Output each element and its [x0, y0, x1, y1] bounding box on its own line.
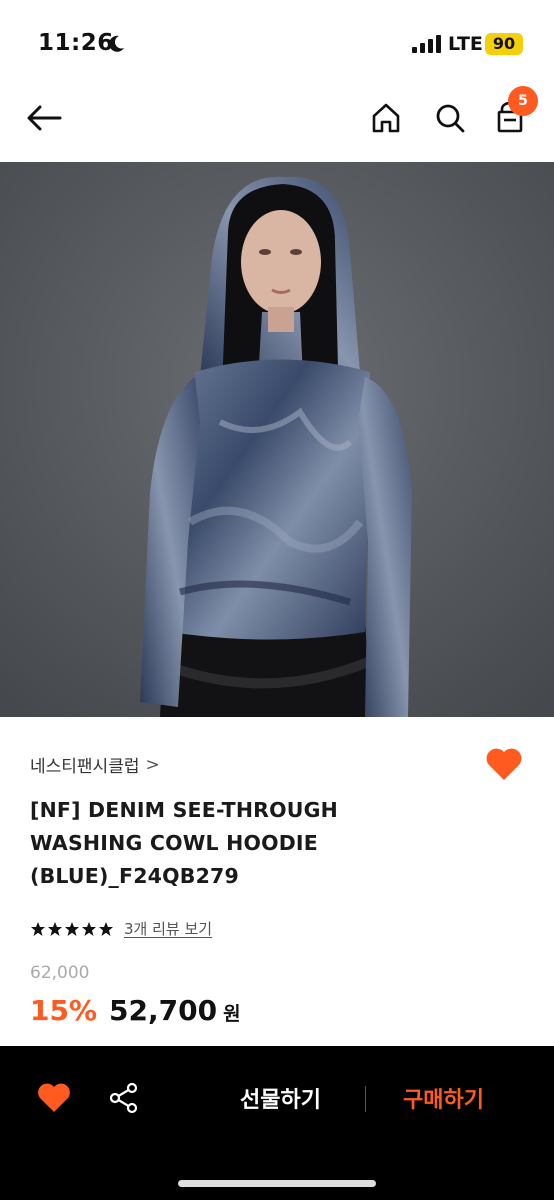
search-icon: [436, 104, 465, 133]
divider: [365, 1086, 366, 1112]
star-icon: [82, 921, 96, 936]
product-title: [NF] DENIM SEE-THROUGH WASHING COWL HOOD…: [30, 798, 339, 888]
review-link[interactable]: 3개 리뷰 보기: [124, 918, 212, 939]
home-icon: [372, 103, 400, 133]
home-button[interactable]: [366, 98, 406, 138]
bottom-action-bar: 선물하기 구매하기: [0, 1046, 554, 1200]
sale-price: 52,700: [109, 994, 218, 1027]
search-button[interactable]: [430, 98, 470, 138]
rating-stars: [30, 921, 114, 937]
brand-link[interactable]: 네스티팬시클럽 >: [30, 752, 160, 778]
currency-unit: 원: [223, 1003, 241, 1025]
home-indicator: [178, 1180, 376, 1187]
like-heart-button[interactable]: [484, 744, 524, 784]
wishlist-heart-button[interactable]: [36, 1080, 72, 1116]
rating-row: 3개 리뷰 보기: [30, 918, 212, 939]
original-price: 62,000: [30, 963, 90, 983]
cart-count-badge: 5: [508, 86, 538, 116]
star-icon: [48, 921, 62, 936]
brand-name: 네스티팬시클럽: [30, 757, 140, 777]
chevron-right-icon: >: [145, 754, 160, 775]
status-time: 11:26: [38, 30, 114, 56]
moon-icon: [109, 35, 124, 52]
price-row: 15% 52,700 원: [30, 994, 241, 1027]
app-header: [0, 80, 554, 162]
back-arrow-icon: [27, 105, 62, 131]
network-type: LTE: [448, 33, 483, 55]
share-icon: [109, 1082, 138, 1114]
star-icon: [99, 921, 113, 936]
product-image[interactable]: [0, 162, 554, 717]
buy-button[interactable]: 구매하기: [403, 1082, 484, 1114]
star-icon: [65, 921, 79, 936]
back-button[interactable]: [24, 98, 64, 138]
product-photo: [0, 162, 554, 717]
signal-icon: [412, 35, 441, 53]
star-icon: [31, 921, 45, 936]
gift-button[interactable]: 선물하기: [240, 1082, 321, 1114]
battery-indicator: 90: [485, 33, 523, 55]
share-button[interactable]: [106, 1080, 142, 1116]
status-bar: 11:26 LTE 90: [0, 0, 554, 80]
discount-rate: 15%: [30, 994, 98, 1027]
